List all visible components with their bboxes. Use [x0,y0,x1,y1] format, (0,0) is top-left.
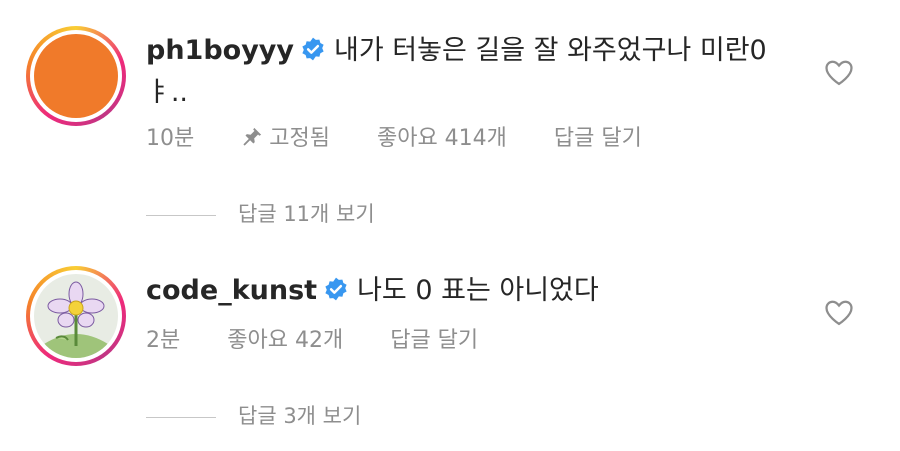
heart-outline-icon[interactable] [824,298,854,326]
heart-outline-icon[interactable] [824,58,854,86]
view-replies-label: 답글 11개 보기 [238,202,375,226]
comment-username[interactable]: ph1boyyy [146,35,294,66]
view-replies-label: 답글 3개 보기 [238,404,362,428]
replies-divider [146,214,216,216]
like-count[interactable]: 좋아요 414개 [377,120,507,152]
view-replies-button[interactable]: 답글 3개 보기 [146,400,361,430]
comment-time: 2분 [146,328,181,353]
verified-badge-icon [302,37,324,61]
pin-icon [243,127,262,146]
reply-button[interactable]: 답글 달기 [554,120,642,152]
comment-body: code_kunst 나도 0 표는 아니었다 [146,270,796,312]
avatar-image [34,34,118,118]
avatar[interactable] [26,26,126,126]
comment-body: ph1boyyy 내가 터놓은 길을 잘 와주었구나 미란0ㅑ.. [146,30,796,114]
verified-badge-icon [325,277,347,301]
avatar-image [34,274,118,358]
view-replies-button[interactable]: 답글 11개 보기 [146,198,375,228]
pinned-label: 고정됨 [269,126,330,151]
comment-text: 나도 0 표는 아니었다 [357,275,599,306]
pinned-badge: 고정됨 [241,120,330,152]
comment-meta: 2분 좋아요 42개 답글 달기 [146,322,518,354]
replies-divider [146,416,216,418]
comment-meta: 10분 고정됨 좋아요 414개 답글 달기 [146,120,682,152]
reply-button[interactable]: 답글 달기 [390,322,478,354]
comment-username[interactable]: code_kunst [146,275,317,306]
avatar[interactable] [26,266,126,366]
like-count[interactable]: 좋아요 42개 [227,322,343,354]
flower-drawing-icon [44,281,108,358]
comment-time: 10분 [146,126,195,151]
